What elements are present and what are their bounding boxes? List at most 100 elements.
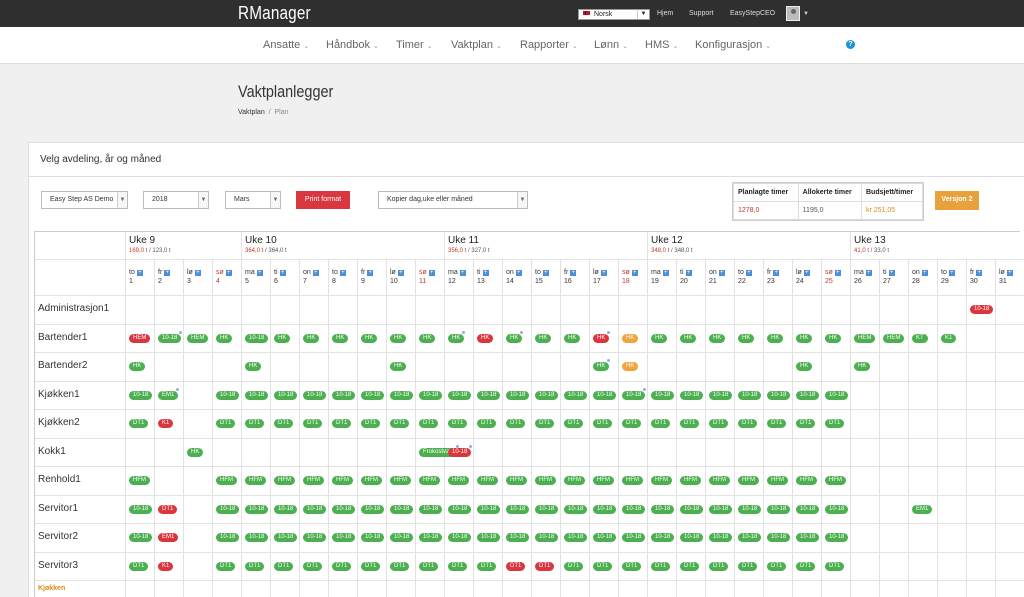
- schedule-cell[interactable]: [909, 296, 938, 325]
- schedule-cell[interactable]: [967, 353, 996, 382]
- shift-badge[interactable]: DT1: [506, 419, 526, 428]
- schedule-cell[interactable]: [184, 381, 213, 410]
- schedule-cell[interactable]: [503, 296, 532, 325]
- schedule-cell[interactable]: [126, 296, 155, 325]
- schedule-cell[interactable]: [996, 296, 1024, 325]
- add-shift-icon[interactable]: +: [312, 270, 319, 276]
- shift-badge[interactable]: HFM: [129, 476, 150, 485]
- schedule-cell[interactable]: [155, 438, 184, 467]
- shift-badge[interactable]: DT1: [709, 419, 729, 428]
- nav-item-ansatte[interactable]: Ansatte ⌄: [263, 39, 309, 51]
- shift-badge[interactable]: DT1: [564, 561, 584, 571]
- schedule-cell[interactable]: [793, 438, 822, 467]
- shift-badge[interactable]: DT1: [535, 419, 555, 428]
- shift-badge[interactable]: HFM: [622, 476, 643, 485]
- schedule-cell[interactable]: [300, 296, 329, 325]
- shift-badge[interactable]: HFM: [332, 476, 353, 485]
- schedule-cell[interactable]: [474, 438, 503, 467]
- day-label[interactable]: ti +27: [883, 268, 895, 286]
- shift-badge[interactable]: DT1: [564, 419, 584, 428]
- shift-badge[interactable]: 10-18: [419, 533, 443, 542]
- shift-badge[interactable]: 10-18: [477, 390, 501, 400]
- shift-badge[interactable]: HK: [477, 333, 494, 343]
- shift-badge[interactable]: DT1: [216, 419, 236, 428]
- shift-badge[interactable]: 10-18: [622, 390, 646, 400]
- shift-badge[interactable]: HFM: [419, 476, 440, 485]
- shift-badge[interactable]: DT1: [680, 419, 700, 428]
- schedule-cell[interactable]: [880, 438, 909, 467]
- schedule-cell[interactable]: [329, 438, 358, 467]
- shift-badge[interactable]: 10-18: [390, 504, 414, 514]
- shift-badge[interactable]: DT1: [767, 561, 787, 571]
- schedule-cell[interactable]: [706, 438, 735, 467]
- shift-badge[interactable]: HK: [796, 362, 813, 371]
- day-label[interactable]: ma +19: [651, 268, 669, 286]
- shift-badge[interactable]: 10-18: [419, 390, 443, 400]
- shift-badge[interactable]: 10-18: [245, 390, 269, 400]
- schedule-cell[interactable]: [561, 353, 590, 382]
- schedule-cell[interactable]: [909, 438, 938, 467]
- shift-badge[interactable]: 10-18: [651, 390, 675, 400]
- add-shift-icon[interactable]: +: [948, 270, 955, 276]
- schedule-cell[interactable]: [445, 296, 474, 325]
- shift-badge[interactable]: 10-18: [680, 504, 704, 514]
- shift-badge[interactable]: HK: [129, 362, 146, 371]
- schedule-cell[interactable]: [677, 438, 706, 467]
- shift-badge[interactable]: 10-18: [535, 390, 559, 400]
- schedule-cell[interactable]: [822, 353, 851, 382]
- schedule-cell[interactable]: [938, 552, 967, 581]
- schedule-cell[interactable]: [590, 296, 619, 325]
- employee-name[interactable]: Bartender1: [38, 332, 87, 343]
- schedule-cell[interactable]: [155, 296, 184, 325]
- schedule-cell[interactable]: [938, 495, 967, 524]
- shift-badge[interactable]: 10-18: [709, 390, 733, 400]
- shift-badge[interactable]: HFM: [738, 476, 759, 485]
- add-shift-icon[interactable]: +: [600, 270, 607, 276]
- shift-badge[interactable]: HK: [854, 362, 871, 371]
- add-shift-icon[interactable]: +: [459, 270, 466, 276]
- day-label[interactable]: on +28: [912, 268, 928, 286]
- schedule-cell[interactable]: [909, 381, 938, 410]
- shift-badge[interactable]: DT1: [767, 419, 787, 428]
- shift-badge[interactable]: 10-18: [680, 533, 704, 542]
- shift-badge[interactable]: 10-18: [274, 504, 298, 514]
- shift-badge[interactable]: 10-18: [448, 447, 472, 457]
- add-shift-icon[interactable]: +: [570, 270, 577, 276]
- shift-badge[interactable]: HK: [419, 333, 436, 343]
- add-shift-icon[interactable]: +: [256, 270, 263, 276]
- schedule-cell[interactable]: [503, 438, 532, 467]
- schedule-cell[interactable]: [532, 296, 561, 325]
- schedule-cell[interactable]: [909, 524, 938, 553]
- employee-name[interactable]: Kokk1: [38, 446, 66, 457]
- schedule-cell[interactable]: [938, 467, 967, 496]
- shift-badge[interactable]: 10-18: [651, 504, 675, 514]
- shift-badge[interactable]: DT1: [622, 419, 642, 428]
- add-shift-icon[interactable]: +: [631, 270, 638, 276]
- day-label[interactable]: sø +4: [216, 268, 232, 286]
- schedule-cell[interactable]: [996, 439, 1024, 467]
- shift-badge[interactable]: DT1: [419, 419, 439, 428]
- shift-badge[interactable]: HFM: [274, 476, 295, 485]
- shift-badge[interactable]: HK: [709, 333, 726, 343]
- employee-name[interactable]: Kjøkken2: [38, 417, 80, 428]
- shift-badge[interactable]: DT1: [274, 561, 294, 571]
- add-shift-icon[interactable]: +: [542, 270, 549, 276]
- schedule-cell[interactable]: [764, 438, 793, 467]
- add-shift-icon[interactable]: +: [397, 270, 404, 276]
- schedule-cell[interactable]: [648, 438, 677, 467]
- shift-badge[interactable]: DT1: [361, 419, 381, 428]
- shift-badge[interactable]: HFM: [680, 476, 701, 485]
- schedule-cell[interactable]: [184, 552, 213, 581]
- shift-badge[interactable]: HK: [187, 447, 204, 457]
- schedule-cell[interactable]: [532, 438, 561, 467]
- day-label[interactable]: ti +13: [477, 268, 489, 286]
- shift-badge[interactable]: DT1: [245, 419, 265, 428]
- shift-badge[interactable]: HEM: [129, 333, 151, 343]
- day-label[interactable]: fr +9: [361, 268, 374, 286]
- shift-badge[interactable]: HK: [651, 333, 668, 343]
- shift-badge[interactable]: DT1: [738, 561, 758, 571]
- schedule-cell[interactable]: [938, 381, 967, 410]
- shift-badge[interactable]: 10-18: [535, 504, 559, 514]
- schedule-cell[interactable]: [909, 552, 938, 581]
- shift-badge[interactable]: 10-18: [477, 504, 501, 514]
